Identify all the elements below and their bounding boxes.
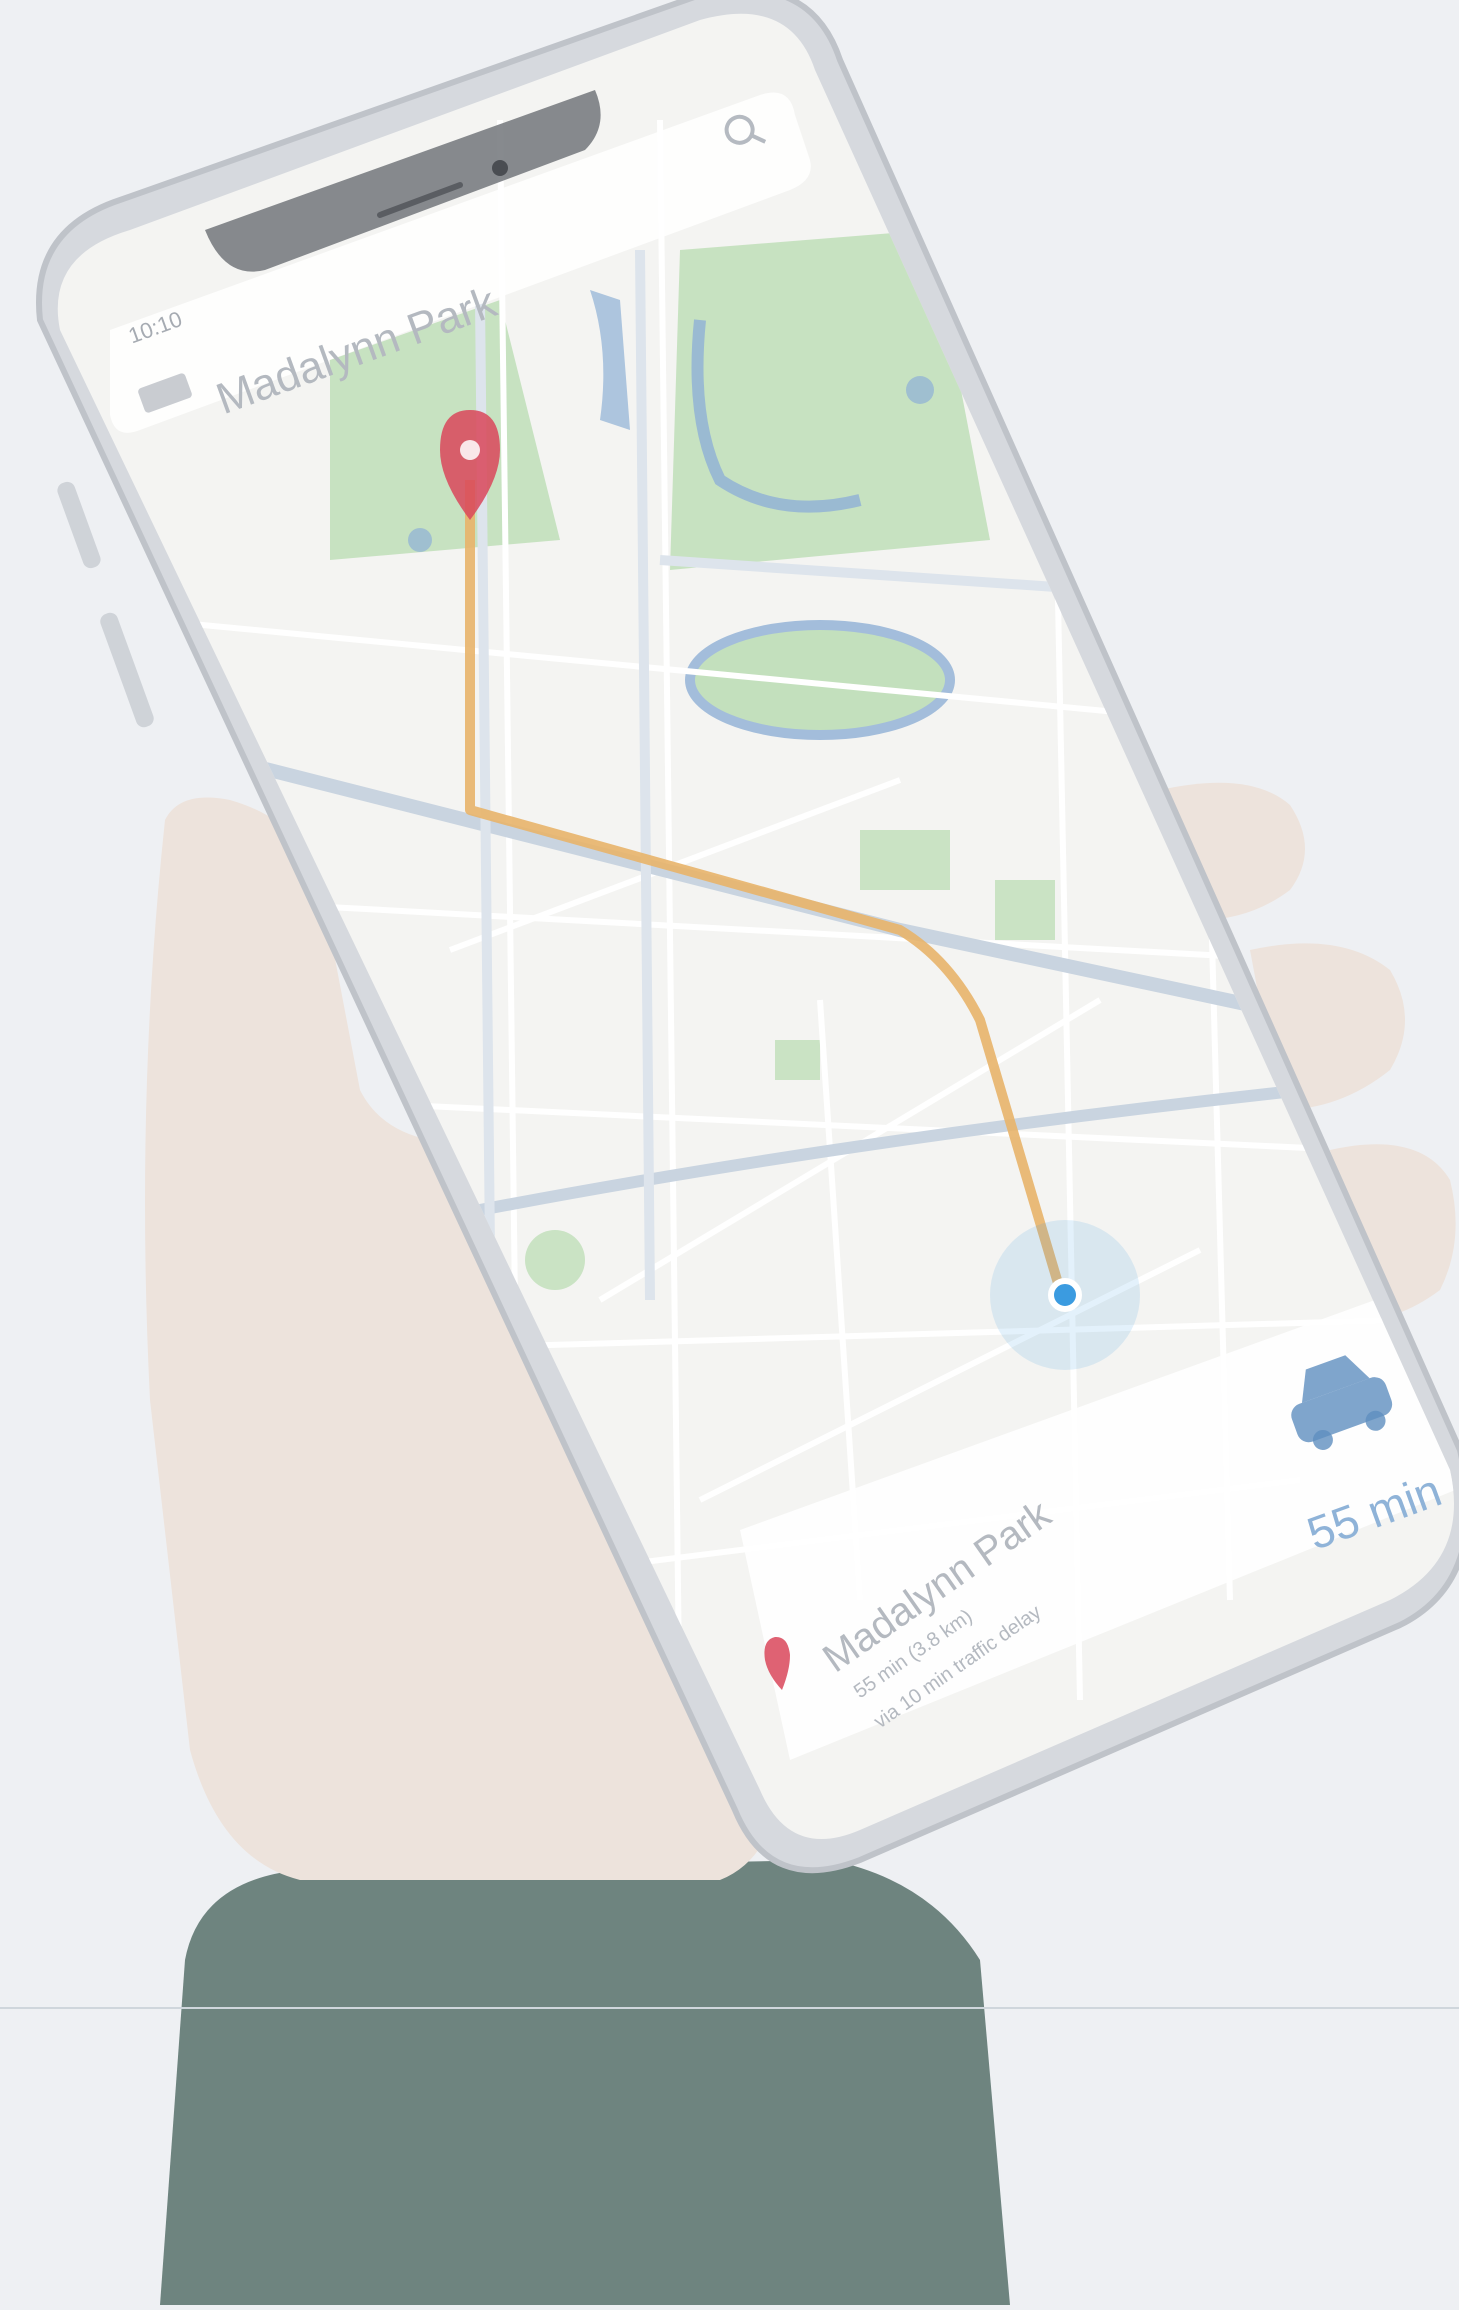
hand-holding-phone-illustration: [36, 0, 1459, 2305]
map-park: [775, 1040, 820, 1080]
map-water: [906, 376, 934, 404]
phone-volume-button: [57, 481, 101, 569]
sleeve: [160, 1860, 1010, 2305]
map-park: [685, 620, 955, 740]
map-park: [670, 230, 990, 570]
phone-camera: [492, 160, 508, 176]
horizontal-divider: [0, 2007, 1459, 2009]
photo-scene: 10:10 Madalynn Park 55 min Madalynn Park…: [0, 0, 1459, 2305]
location-dot-icon: [1048, 1278, 1082, 1312]
map-park: [525, 1230, 585, 1290]
map-park: [995, 880, 1055, 940]
map-park: [860, 830, 950, 890]
map-water: [408, 528, 432, 552]
phone-power-button: [100, 612, 154, 728]
